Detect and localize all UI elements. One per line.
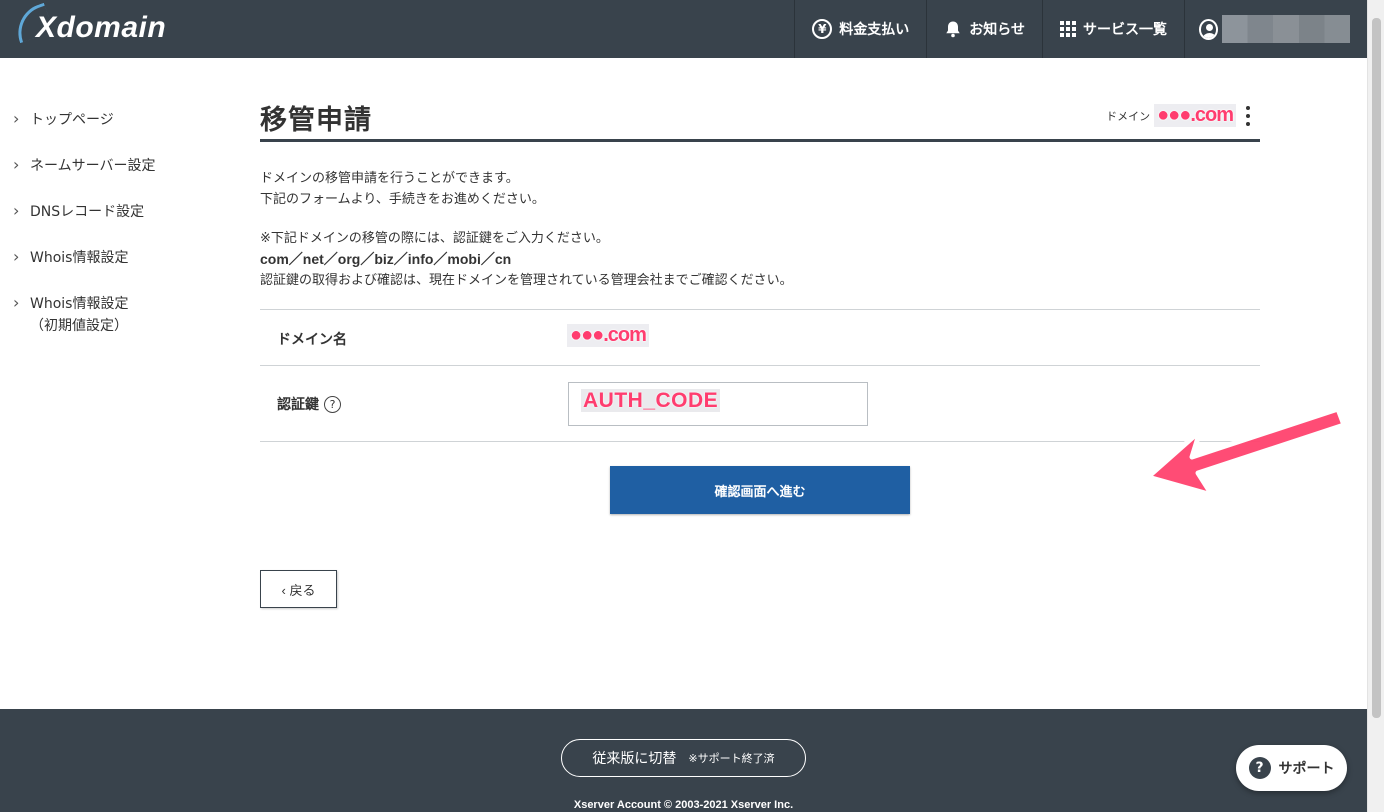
- auth-code-input[interactable]: AUTH_CODE: [568, 382, 868, 426]
- domain-value: ●●●.com: [1154, 104, 1236, 127]
- sidebar-item-label: Whois情報設定: [30, 250, 129, 266]
- page-header: 移管申請 ドメイン ●●●.com: [260, 96, 1260, 142]
- xdomain-logo[interactable]: Xdomain: [9, 2, 167, 50]
- sidebar-item-top-page[interactable]: トップページ: [0, 108, 200, 131]
- nav-services[interactable]: サービス一覧: [1042, 0, 1184, 58]
- sidebar: トップページ ネームサーバー設定 DNSレコード設定 Whois情報設定 Who…: [0, 100, 200, 337]
- user-icon: [1199, 18, 1219, 40]
- annotation-arrow-icon: [1145, 406, 1347, 498]
- domain-label: ドメイン: [1106, 109, 1151, 123]
- nav-services-label: サービス一覧: [1083, 22, 1167, 38]
- note-tld-list: com／net／org／biz／info／mobi／cn: [260, 251, 512, 267]
- sidebar-item-whois-default[interactable]: Whois情報設定 （初期値設定）: [0, 292, 200, 337]
- sidebar-item-label: トップページ: [30, 112, 114, 128]
- intro-line-1: ドメインの移管申請を行うことができます。: [260, 171, 519, 186]
- help-circle-icon: ?: [1248, 757, 1271, 779]
- sidebar-item-nameserver[interactable]: ネームサーバー設定: [0, 154, 200, 177]
- top-header: Xdomain ¥ 料金支払い お知らせ サービス一覧: [0, 0, 1367, 58]
- sidebar-item-sublabel: （初期値設定）: [30, 318, 128, 334]
- legacy-label: 従来版に切替: [592, 751, 677, 767]
- nav-notifications-label: お知らせ: [969, 22, 1025, 38]
- yen-icon: ¥: [812, 19, 833, 39]
- note-line-1: ※下記ドメインの移管の際には、認証鍵をご入力ください。: [260, 231, 609, 246]
- scrollbar-thumb[interactable]: [1372, 18, 1381, 718]
- bell-icon: [944, 20, 962, 38]
- copyright: Xserver Account © 2003-2021 Xserver Inc.: [573, 799, 794, 811]
- auth-code-value: AUTH_CODE: [581, 389, 721, 412]
- page-title: 移管申請: [260, 105, 372, 136]
- auth-code-label-text: 認証鍵: [277, 397, 319, 413]
- intro-text: ドメインの移管申請を行うことができます。 下記のフォームより、手続きをお進めくだ…: [260, 168, 545, 210]
- support-label: サポート: [1278, 761, 1335, 777]
- user-menu[interactable]: [1184, 0, 1367, 58]
- support-button[interactable]: ? サポート: [1236, 745, 1347, 791]
- grid-icon: [1060, 21, 1076, 37]
- legacy-note: ※サポート終了済: [688, 752, 775, 765]
- sidebar-item-label: DNSレコード設定: [30, 204, 145, 220]
- footer: 従来版に切替 ※サポート終了済 Xserver Account © 2003-2…: [0, 709, 1367, 812]
- auth-code-note: ※下記ドメインの移管の際には、認証鍵をご入力ください。 com／net／org／…: [260, 228, 793, 291]
- note-line-3: 認証鍵の取得および確認は、現在ドメインを管理されている管理会社までご確認ください…: [260, 273, 793, 288]
- vertical-scrollbar[interactable]: [1367, 0, 1384, 812]
- sidebar-item-whois[interactable]: Whois情報設定: [0, 246, 200, 269]
- kebab-menu-icon[interactable]: [1246, 105, 1250, 126]
- nav-payment[interactable]: ¥ 料金支払い: [794, 0, 926, 58]
- domain-name-label: ドメイン名: [277, 332, 347, 348]
- intro-line-2: 下記のフォームより、手続きをお進めください。: [260, 192, 545, 207]
- sidebar-item-label: Whois情報設定: [30, 296, 129, 312]
- legacy-version-button[interactable]: 従来版に切替 ※サポート終了済: [561, 739, 806, 777]
- confirm-button[interactable]: 確認画面へ進む: [610, 466, 910, 514]
- sidebar-item-dns-record[interactable]: DNSレコード設定: [0, 200, 200, 223]
- current-domain: ドメイン ●●●.com: [1106, 104, 1250, 127]
- domain-name-value: ●●●.com: [567, 324, 649, 347]
- transfer-form: ドメイン名 ●●●.com 認証鍵 ? AUTH_CODE: [260, 309, 1260, 442]
- form-row-auth-code: 認証鍵 ? AUTH_CODE: [260, 365, 1260, 442]
- sidebar-item-label: ネームサーバー設定: [30, 158, 156, 174]
- user-name-redacted: [1222, 15, 1350, 43]
- form-row-domain: ドメイン名 ●●●.com: [260, 309, 1260, 365]
- back-button[interactable]: ‹ 戻る: [260, 570, 337, 608]
- nav-notifications[interactable]: お知らせ: [926, 0, 1042, 58]
- help-icon[interactable]: ?: [324, 395, 341, 413]
- logo-text: Xdomain: [36, 11, 167, 44]
- auth-code-label: 認証鍵 ?: [277, 394, 341, 414]
- header-nav: ¥ 料金支払い お知らせ サービス一覧: [794, 0, 1367, 58]
- nav-payment-label: 料金支払い: [839, 22, 910, 38]
